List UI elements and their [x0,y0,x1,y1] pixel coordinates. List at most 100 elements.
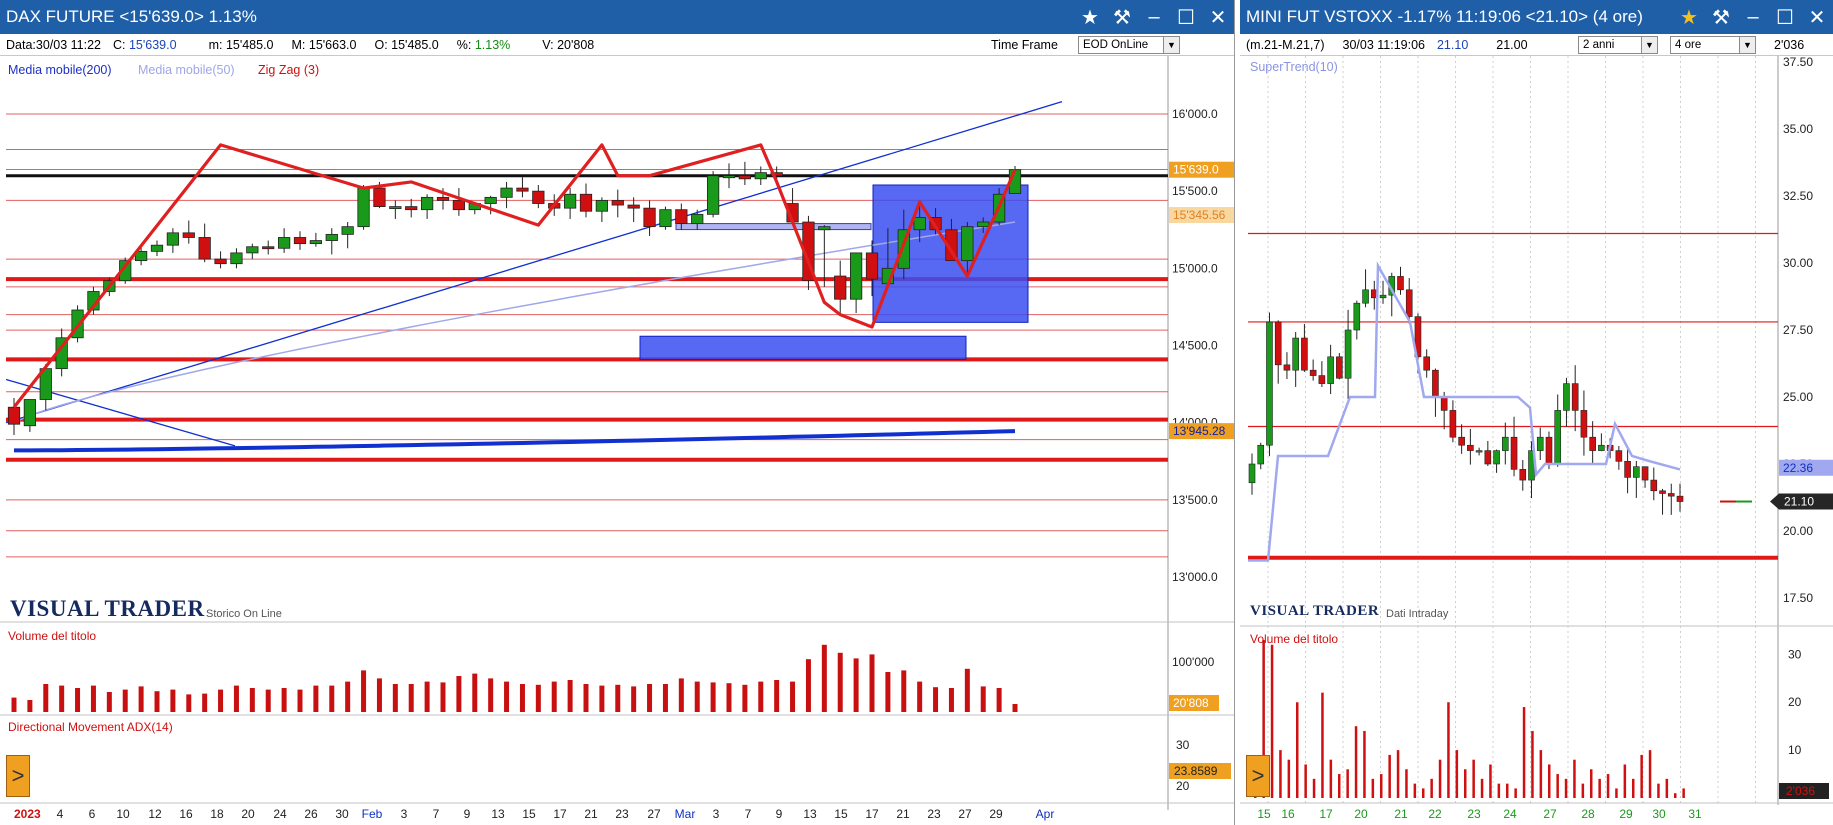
volume-bar [11,697,17,712]
x-axis-label: 23 [927,807,941,821]
x-axis-label: 9 [776,807,783,821]
ma200-line [14,429,1016,453]
candle [1650,479,1658,492]
candle [1571,383,1579,411]
candle [1362,289,1369,304]
price-axis-label: 15'500.0 [1172,184,1218,198]
expand-arrow-icon[interactable]: > [1246,755,1270,797]
candle [1536,436,1544,451]
volume-bar [1632,778,1635,798]
volume-bar [106,692,112,712]
x-axis-label: 13 [803,807,817,821]
candle [691,213,704,224]
volume-bar [43,684,49,712]
candle [1344,329,1352,379]
candle [325,233,338,241]
candle [309,240,323,245]
x-axis-label: 29 [989,807,1003,821]
volume-bar [138,686,144,712]
volume-bar [631,686,637,712]
candle [1667,493,1675,497]
price-axis-label: 16'000.0 [1172,107,1218,121]
volume-axis-label: 20 [1788,695,1802,709]
dax-price-chart[interactable]: 16'000.015'500.015'000.014'500.014'000.0… [0,0,1235,825]
candle [738,175,752,180]
candle [500,187,513,198]
volume-box: 20'808 [1173,696,1209,710]
candle [1580,410,1588,438]
volume-bar [599,685,605,712]
volume-bar [1329,759,1333,798]
candle [1257,444,1265,465]
volume-bar [1514,788,1517,798]
volume-bar [265,689,271,712]
candle [1336,356,1343,379]
x-axis-label: Mar [675,807,696,821]
volume-bar [1506,783,1509,798]
visual-trader-logo: VISUAL TRADER [1250,603,1380,619]
candle [1467,444,1474,451]
candle [1484,450,1492,465]
zigzag-line [12,143,1017,409]
candle [1554,410,1562,465]
x-axis-label: 21 [584,807,598,821]
expand-arrow-icon[interactable]: > [6,755,30,797]
x-axis-label: 2023 [14,807,41,821]
volume-bar [456,676,462,712]
price-axis-label: 27.50 [1783,323,1813,337]
ma50-line [13,221,1016,424]
volume-bar [170,689,176,712]
x-axis-label: 4 [57,807,64,821]
price-axis-label: 15'000.0 [1172,261,1218,275]
adx-axis-label: 30 [1176,738,1190,752]
x-axis-label: 17 [865,807,879,821]
volume-bar [488,678,494,712]
adx-axis-label: 20 [1176,779,1190,793]
volume-bar [1346,769,1349,798]
candle [246,246,259,254]
volume-bar [1581,783,1585,798]
candle [262,246,275,250]
candle [389,206,402,210]
candle [1405,289,1413,317]
x-axis-label: 27 [647,807,661,821]
candle [1624,461,1631,478]
candle [1502,436,1509,451]
candle [913,217,926,231]
candle [1274,321,1282,366]
volume-title: Volume del titolo [1250,632,1339,646]
volume-bar [1682,788,1685,798]
dati-intraday-label: Dati Intraday [1386,608,1449,620]
candle [357,187,370,228]
x-axis-label: 17 [553,807,567,821]
candle [1563,383,1570,411]
x-axis-label: 21 [1394,807,1408,821]
volume-bar [424,681,430,712]
candle [1449,410,1457,438]
candle [977,221,990,228]
volume-bar [1531,730,1534,798]
supertrend-line [1248,261,1681,562]
volume-bar [59,685,65,712]
x-axis-label: 26 [304,807,318,821]
candle [1283,364,1291,371]
candle [643,207,656,228]
x-axis-label: 20 [1354,807,1368,821]
volume-axis-label: 30 [1788,647,1802,661]
x-axis-label: 28 [1581,807,1595,821]
candle [150,244,164,252]
volume-bar [392,684,398,712]
candle [420,196,434,211]
volume-bar [1564,778,1568,798]
legend-supertrend[interactable]: SuperTrend(10) [1250,60,1338,74]
volume-bar [821,644,827,712]
candle [1510,436,1518,470]
volume-bar [1304,764,1307,798]
volume-bar [329,685,335,712]
vstoxx-price-chart[interactable]: 37.5035.0032.5030.0027.5025.0022.5020.00… [1240,0,1833,825]
x-axis-label: 12 [148,807,162,821]
dax-chart-window: DAX FUTURE <15'639.0> 1.13% ★ ⚒ – ☐ ✕ Da… [0,0,1235,825]
candle [1432,369,1439,398]
volume-bar [1665,778,1669,798]
x-axis-label: Feb [362,807,383,821]
